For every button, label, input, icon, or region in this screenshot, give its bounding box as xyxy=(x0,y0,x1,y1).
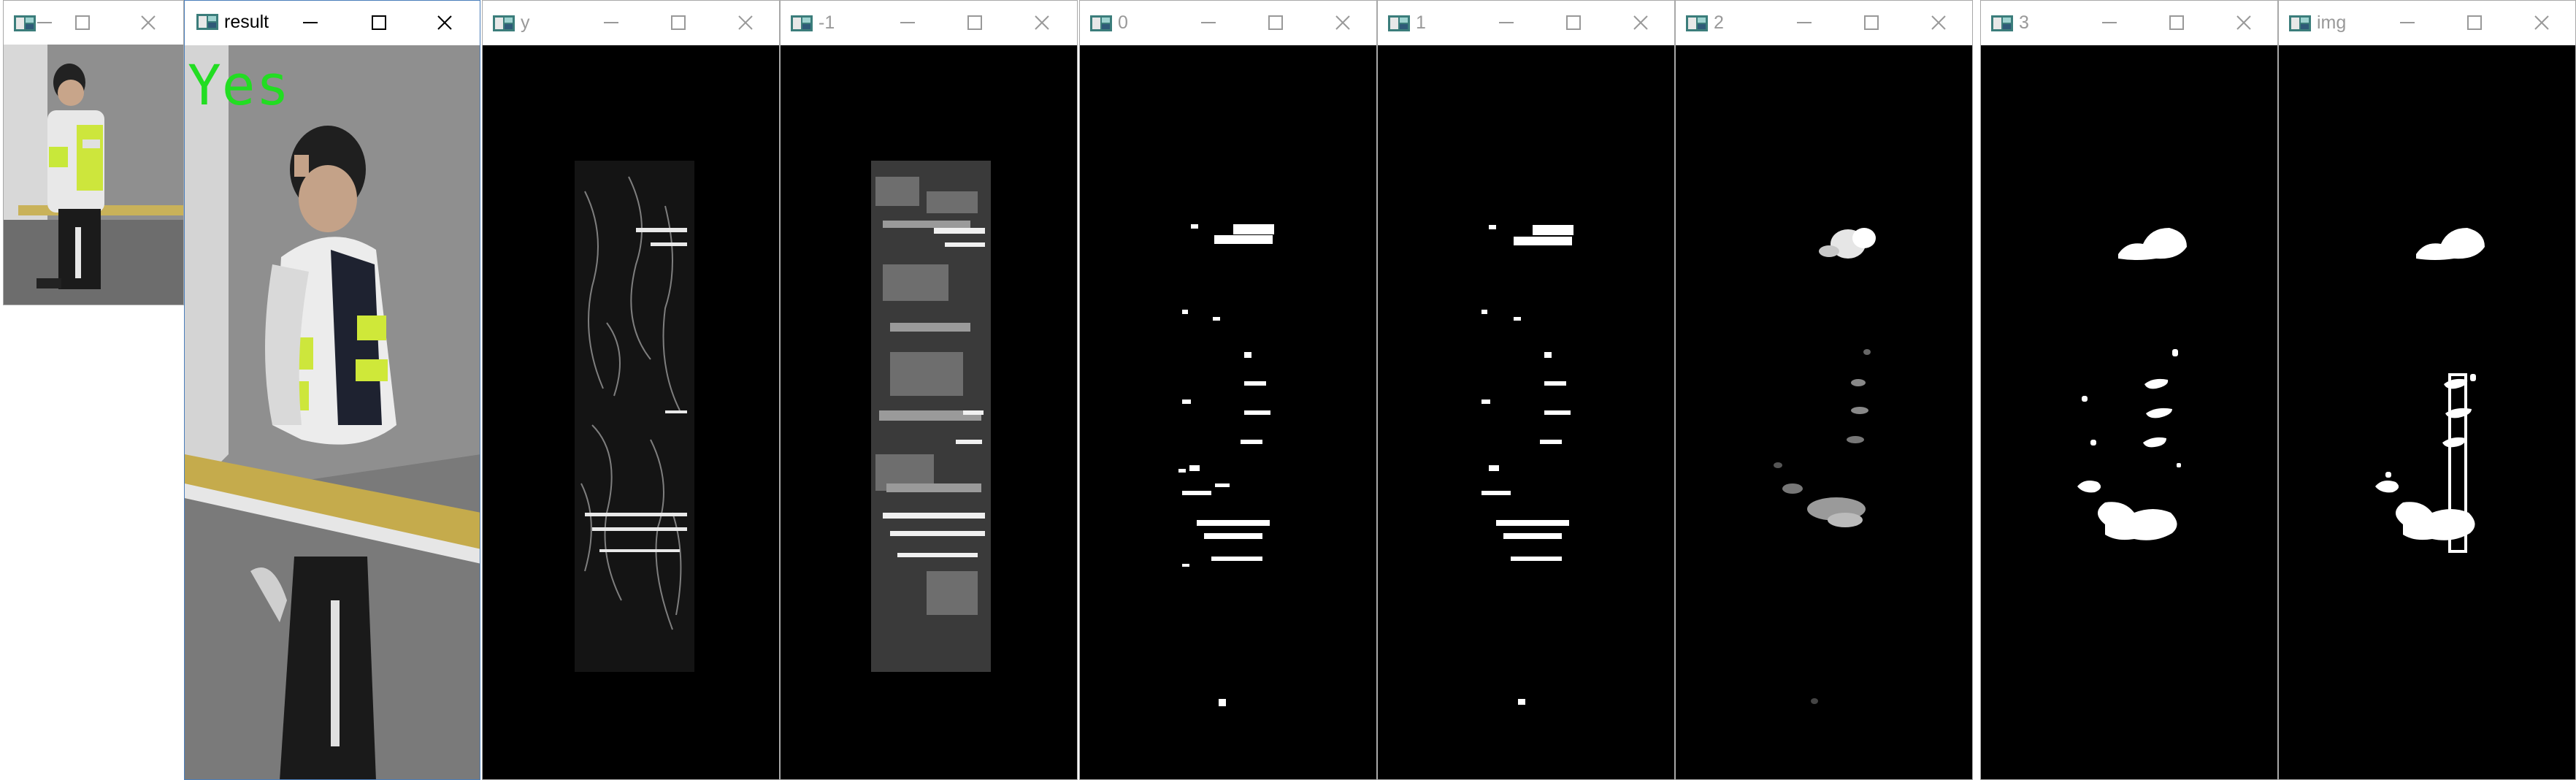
window-title: 2 xyxy=(1714,12,1724,33)
opencv-window-icon xyxy=(1090,15,1112,31)
maximize-button[interactable] xyxy=(1858,9,1885,36)
window-title: y xyxy=(521,12,530,33)
minimize-button[interactable] xyxy=(598,9,624,36)
titlebar[interactable]: -1 xyxy=(781,1,1077,45)
close-button[interactable] xyxy=(1628,9,1654,36)
maximize-button[interactable] xyxy=(962,9,988,36)
titlebar[interactable]: 2 xyxy=(1676,1,1972,45)
minimize-button[interactable] xyxy=(2096,9,2123,36)
minimize-button[interactable] xyxy=(297,9,323,36)
window-small[interactable] xyxy=(3,0,184,305)
image-canvas xyxy=(2279,45,2575,779)
close-icon xyxy=(2534,15,2549,30)
titlebar[interactable]: img xyxy=(2279,1,2575,45)
maximize-icon xyxy=(2467,15,2482,30)
window-title: 0 xyxy=(1118,12,1128,33)
maximize-icon xyxy=(372,15,386,30)
minimize-button[interactable] xyxy=(31,9,58,36)
minimize-icon xyxy=(1499,22,1514,23)
minimize-icon xyxy=(2400,22,2415,23)
close-button[interactable] xyxy=(1029,9,1055,36)
maximize-button[interactable] xyxy=(69,9,96,36)
close-button[interactable] xyxy=(2529,9,2555,36)
minimize-icon xyxy=(1201,22,1216,23)
window-title: -1 xyxy=(819,12,835,33)
maximize-icon xyxy=(671,15,686,30)
opencv-window-icon xyxy=(493,15,515,31)
window-title: img xyxy=(2317,12,2347,33)
minimize-button[interactable] xyxy=(1493,9,1519,36)
minimize-icon xyxy=(37,22,52,23)
opencv-window-icon xyxy=(196,14,218,30)
window-title: 3 xyxy=(2019,12,2029,33)
maximize-icon xyxy=(1864,15,1879,30)
close-icon xyxy=(738,15,753,30)
titlebar[interactable]: 3 xyxy=(1981,1,2277,45)
window-result[interactable]: result Yes xyxy=(184,0,480,780)
minimize-button[interactable] xyxy=(894,9,921,36)
opencv-window-icon xyxy=(2289,15,2311,31)
close-button[interactable] xyxy=(1330,9,1356,36)
titlebar[interactable]: 1 xyxy=(1378,1,1674,45)
image-canvas xyxy=(1378,45,1674,779)
close-icon xyxy=(2236,15,2251,30)
image-canvas xyxy=(1981,45,2277,779)
minimize-icon xyxy=(1797,22,1812,23)
opencv-window-icon xyxy=(1991,15,2013,31)
window-1[interactable]: 1 xyxy=(1377,0,1675,780)
minimize-button[interactable] xyxy=(1791,9,1817,36)
close-button[interactable] xyxy=(1925,9,1952,36)
window-2[interactable]: 2 xyxy=(1675,0,1973,780)
maximize-icon xyxy=(1566,15,1581,30)
titlebar[interactable]: 0 xyxy=(1080,1,1376,45)
window-img[interactable]: img xyxy=(2278,0,2576,780)
maximize-icon xyxy=(967,15,982,30)
maximize-button[interactable] xyxy=(366,9,392,36)
result-image: Yes xyxy=(185,45,480,779)
maximize-button[interactable] xyxy=(665,9,691,36)
close-icon xyxy=(1035,15,1049,30)
minimize-icon xyxy=(2102,22,2117,23)
close-icon xyxy=(141,15,156,30)
close-button[interactable] xyxy=(2231,9,2257,36)
window-title: 1 xyxy=(1416,12,1426,33)
window-title: result xyxy=(224,12,269,32)
window-0[interactable]: 0 xyxy=(1079,0,1377,780)
image-canvas xyxy=(1676,45,1972,779)
minimize-button[interactable] xyxy=(1195,9,1222,36)
minimize-icon xyxy=(900,22,915,23)
opencv-window-icon xyxy=(1686,15,1708,31)
titlebar[interactable]: y xyxy=(483,1,779,45)
window-y[interactable]: y xyxy=(482,0,780,780)
maximize-button[interactable] xyxy=(2461,9,2488,36)
maximize-button[interactable] xyxy=(1262,9,1289,36)
close-button[interactable] xyxy=(732,9,759,36)
titlebar[interactable]: result xyxy=(185,1,480,45)
close-icon xyxy=(1931,15,1946,30)
result-label: Yes xyxy=(188,53,291,118)
window-minus-1[interactable]: -1 xyxy=(780,0,1078,780)
opencv-window-icon xyxy=(1388,15,1410,31)
maximize-button[interactable] xyxy=(2163,9,2190,36)
close-button[interactable] xyxy=(135,9,161,36)
maximize-button[interactable] xyxy=(1560,9,1587,36)
opencv-window-icon xyxy=(791,15,813,31)
minimize-button[interactable] xyxy=(2394,9,2420,36)
image-canvas xyxy=(1080,45,1376,779)
minimize-icon xyxy=(303,22,318,23)
minimize-icon xyxy=(604,22,618,23)
maximize-icon xyxy=(75,15,90,30)
image-canvas xyxy=(781,45,1077,779)
window-3[interactable]: 3 xyxy=(1980,0,2278,780)
close-icon xyxy=(1633,15,1648,30)
image-canvas xyxy=(4,45,183,305)
maximize-icon xyxy=(2169,15,2184,30)
maximize-icon xyxy=(1268,15,1283,30)
close-icon xyxy=(1335,15,1350,30)
titlebar[interactable] xyxy=(4,1,183,45)
close-button[interactable] xyxy=(432,9,458,36)
image-canvas xyxy=(483,45,779,779)
close-icon xyxy=(437,15,452,30)
